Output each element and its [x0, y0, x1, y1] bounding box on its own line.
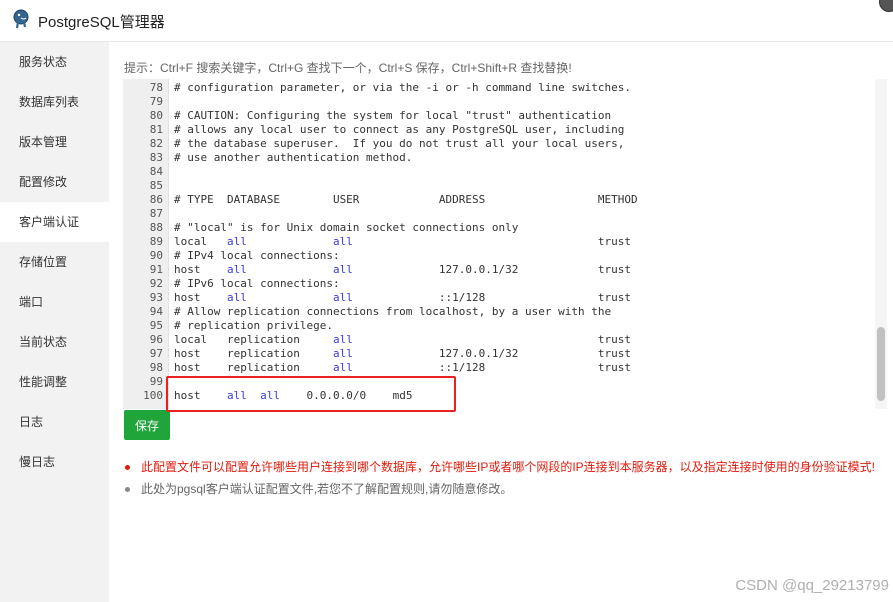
code-line: 91 host all all 127.0.0.1/32 trust	[123, 263, 631, 277]
window-title: PostgreSQL管理器	[38, 14, 165, 31]
bullet-icon	[125, 465, 130, 470]
line-text: # "local" is for Unix domain socket conn…	[174, 221, 519, 234]
code-editor[interactable]: 78 # configuration parameter, or via the …	[123, 79, 887, 409]
code-line: 85	[123, 179, 163, 193]
line-number: 82	[149, 137, 163, 150]
sidebar-item[interactable]: 客户端认证	[0, 202, 109, 242]
code-line: 78 # configuration parameter, or via the …	[123, 81, 631, 95]
scrollbar-thumb[interactable]	[877, 327, 885, 401]
code-line: 99	[123, 375, 163, 389]
notes-list: 此配置文件可以配置允许哪些用户连接到哪个数据库，允许哪些IP或者哪个网段的IP连…	[124, 460, 884, 504]
line-number: 81	[149, 123, 163, 136]
line-text: # allows any local user to connect as an…	[174, 123, 625, 136]
code-line: 95 # replication privilege.	[123, 319, 333, 333]
line-number: 90	[149, 249, 163, 262]
line-text: # Allow replication connections from loc…	[174, 305, 612, 318]
code-line: 86 # TYPE DATABASE USER ADDRESS METHOD	[123, 193, 638, 207]
code-line: 100 host all all 0.0.0.0/0 md5	[123, 389, 412, 403]
save-button[interactable]: 保存	[124, 410, 170, 440]
code-line: 80 # CAUTION: Configuring the system for …	[123, 109, 611, 123]
line-number: 100	[143, 389, 163, 402]
line-number: 92	[149, 277, 163, 290]
code-line: 84	[123, 165, 163, 179]
sidebar-item[interactable]: 存储位置	[0, 242, 109, 282]
code-line: 96 local replication all trust	[123, 333, 631, 347]
sidebar-item[interactable]: 日志	[0, 402, 109, 442]
close-icon[interactable]	[879, 0, 893, 12]
line-number: 96	[149, 333, 163, 346]
line-text: # the database superuser. If you do not …	[174, 137, 625, 150]
line-number: 80	[149, 109, 163, 122]
line-text: local all all trust	[174, 235, 631, 248]
code-line: 83 # use another authentication method.	[123, 151, 413, 165]
line-number: 93	[149, 291, 163, 304]
line-text: host replication all ::1/128 trust	[174, 361, 631, 374]
sidebar-item[interactable]: 性能调整	[0, 362, 109, 402]
code-line: 97 host replication all 127.0.0.1/32 trus…	[123, 347, 631, 361]
line-number: 94	[149, 305, 163, 318]
line-text: # IPv6 local connections:	[174, 277, 340, 290]
code-line: 93 host all all ::1/128 trust	[123, 291, 631, 305]
line-text: host replication all 127.0.0.1/32 trust	[174, 347, 631, 360]
code-line: 89 local all all trust	[123, 235, 631, 249]
main-panel: 提示：Ctrl+F 搜索关键字，Ctrl+G 查找下一个，Ctrl+S 保存，C…	[109, 42, 893, 602]
code-line: 87	[123, 207, 163, 221]
line-number: 79	[149, 95, 163, 108]
sidebar: 服务状态 数据库列表 版本管理 配置修改 客户端认证 存储位置 端口 当前状态 性能调整 日志 慢日…	[0, 42, 109, 602]
sidebar-item[interactable]: 版本管理	[0, 122, 109, 162]
line-text: # configuration parameter, or via the -i…	[174, 81, 631, 94]
sidebar-item[interactable]: 数据库列表	[0, 82, 109, 122]
line-number: 87	[149, 207, 163, 220]
line-number: 88	[149, 221, 163, 234]
line-text: # use another authentication method.	[174, 151, 413, 164]
line-text: local replication all trust	[174, 333, 631, 346]
note-text: 此处为pgsql客户端认证配置文件,若您不了解配置规则,请勿随意修改。	[141, 482, 513, 496]
code-line: 98 host replication all ::1/128 trust	[123, 361, 631, 375]
line-number: 97	[149, 347, 163, 360]
line-number: 89	[149, 235, 163, 248]
line-number: 91	[149, 263, 163, 276]
hint-text: 提示：Ctrl+F 搜索关键字，Ctrl+G 查找下一个，Ctrl+S 保存，C…	[124, 61, 572, 75]
sidebar-item[interactable]: 配置修改	[0, 162, 109, 202]
editor-scrollbar[interactable]	[875, 79, 887, 409]
code-line: 81 # allows any local user to connect as …	[123, 123, 625, 137]
line-number: 85	[149, 179, 163, 192]
line-text: # IPv4 local connections:	[174, 249, 340, 262]
note-text: 此配置文件可以配置允许哪些用户连接到哪个数据库，允许哪些IP或者哪个网段的IP连…	[141, 460, 876, 474]
line-number: 99	[149, 375, 163, 388]
watermark: CSDN @qq_29213799	[735, 577, 889, 594]
line-number: 78	[149, 81, 163, 94]
line-number: 98	[149, 361, 163, 374]
line-text: # TYPE DATABASE USER ADDRESS METHOD	[174, 193, 638, 206]
code-line: 94 # Allow replication connections from l…	[123, 305, 611, 319]
postgresql-elephant-icon	[13, 9, 29, 29]
title-bar: PostgreSQL管理器	[0, 0, 893, 42]
line-text: # CAUTION: Configuring the system for lo…	[174, 109, 612, 122]
sidebar-item[interactable]: 服务状态	[0, 42, 109, 82]
line-text: host all all ::1/128 trust	[174, 291, 631, 304]
sidebar-item[interactable]: 端口	[0, 282, 109, 322]
sidebar-item[interactable]: 慢日志	[0, 442, 109, 482]
line-text: # replication privilege.	[174, 319, 333, 332]
line-text: host all all 0.0.0.0/0 md5	[174, 389, 413, 402]
note-item-info: 此处为pgsql客户端认证配置文件,若您不了解配置规则,请勿随意修改。	[124, 482, 884, 504]
code-line: 92 # IPv6 local connections:	[123, 277, 340, 291]
line-number: 86	[149, 193, 163, 206]
code-line: 79	[123, 95, 163, 109]
sidebar-item[interactable]: 当前状态	[0, 322, 109, 362]
code-line: 88 # "local" is for Unix domain socket co…	[123, 221, 519, 235]
code-line: 90 # IPv4 local connections:	[123, 249, 340, 263]
note-item-warning: 此配置文件可以配置允许哪些用户连接到哪个数据库，允许哪些IP或者哪个网段的IP连…	[124, 460, 884, 482]
line-number: 84	[149, 165, 163, 178]
code-line: 82 # the database superuser. If you do no…	[123, 137, 625, 151]
bullet-icon	[125, 487, 130, 492]
line-number: 95	[149, 319, 163, 332]
line-number: 83	[149, 151, 163, 164]
line-text: host all all 127.0.0.1/32 trust	[174, 263, 631, 276]
